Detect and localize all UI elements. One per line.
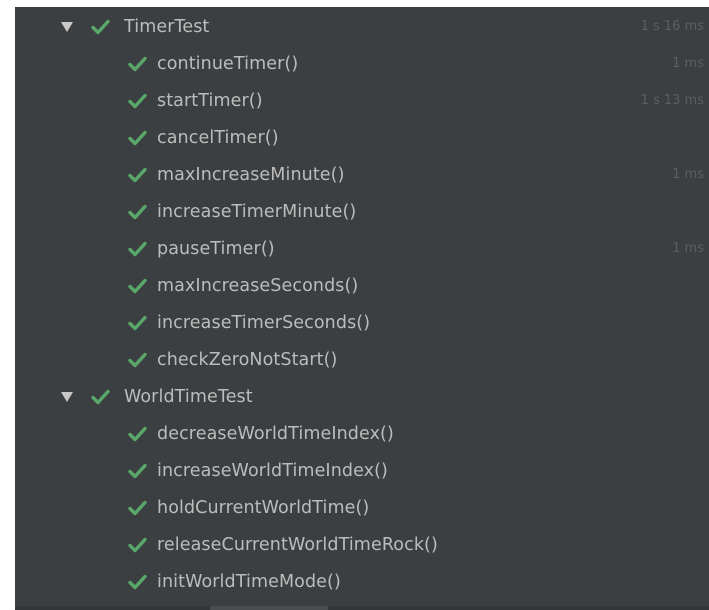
test-row[interactable]: maxIncreaseMinute() 1 ms xyxy=(15,156,709,193)
check-icon xyxy=(128,93,147,109)
scrollbar-thumb[interactable] xyxy=(210,606,328,610)
check-icon xyxy=(128,463,147,479)
check-icon xyxy=(128,130,147,146)
test-name: maxIncreaseSeconds() xyxy=(157,275,359,296)
suite-row-worldtimetest[interactable]: WorldTimeTest xyxy=(15,378,709,415)
suite-name: TimerTest xyxy=(124,16,210,37)
test-row[interactable]: checkZeroNotStart() xyxy=(15,341,709,378)
check-icon xyxy=(128,352,147,368)
check-icon xyxy=(128,241,147,257)
collapse-arrow-icon[interactable] xyxy=(61,391,73,403)
duration-label: 1 ms xyxy=(672,56,704,71)
test-name: startTimer() xyxy=(157,90,263,111)
test-row[interactable]: initWorldTimeMode() xyxy=(15,563,709,600)
test-row[interactable]: holdCurrentWorldTime() xyxy=(15,489,709,526)
test-name: increaseTimerSeconds() xyxy=(157,312,371,333)
test-row[interactable]: cancelTimer() xyxy=(15,119,709,156)
test-name: cancelTimer() xyxy=(157,127,279,148)
test-row[interactable]: decreaseWorldTimeIndex() xyxy=(15,415,709,452)
test-name: continueTimer() xyxy=(157,53,299,74)
suite-row-timertest[interactable]: TimerTest 1 s 16 ms xyxy=(15,8,709,45)
duration-label: 1 ms xyxy=(672,167,704,182)
check-icon xyxy=(128,167,147,183)
duration-label: 1 ms xyxy=(672,241,704,256)
test-name: maxIncreaseMinute() xyxy=(157,164,345,185)
test-name: releaseCurrentWorldTimeRock() xyxy=(157,534,438,555)
test-name: checkZeroNotStart() xyxy=(157,349,338,370)
check-icon xyxy=(128,315,147,331)
collapse-arrow-icon[interactable] xyxy=(61,21,73,33)
test-row[interactable]: startTimer() 1 s 13 ms xyxy=(15,82,709,119)
test-row[interactable]: pauseTimer() 1 ms xyxy=(15,230,709,267)
test-row[interactable]: increaseTimerMinute() xyxy=(15,193,709,230)
check-icon xyxy=(128,426,147,442)
check-icon xyxy=(91,389,110,405)
duration-label: 1 s 13 ms xyxy=(640,93,704,108)
test-results-tree: TimerTest 1 s 16 ms continueTimer() 1 ms… xyxy=(15,7,709,610)
check-icon xyxy=(128,204,147,220)
test-row[interactable]: increaseWorldTimeIndex() xyxy=(15,452,709,489)
test-name: increaseWorldTimeIndex() xyxy=(157,460,388,481)
check-icon xyxy=(128,278,147,294)
check-icon xyxy=(128,537,147,553)
test-name: holdCurrentWorldTime() xyxy=(157,497,370,518)
duration-label: 1 s 16 ms xyxy=(640,19,704,34)
test-name: initWorldTimeMode() xyxy=(157,571,341,592)
check-icon xyxy=(128,574,147,590)
check-icon xyxy=(128,56,147,72)
test-name: increaseTimerMinute() xyxy=(157,201,357,222)
test-name: pauseTimer() xyxy=(157,238,275,259)
test-row[interactable]: maxIncreaseSeconds() xyxy=(15,267,709,304)
check-icon xyxy=(128,500,147,516)
test-row[interactable]: continueTimer() 1 ms xyxy=(15,45,709,82)
test-row[interactable]: releaseCurrentWorldTimeRock() xyxy=(15,526,709,563)
test-name: decreaseWorldTimeIndex() xyxy=(157,423,394,444)
test-row[interactable]: increaseTimerSeconds() xyxy=(15,304,709,341)
check-icon xyxy=(91,19,110,35)
horizontal-scrollbar[interactable] xyxy=(15,606,709,610)
suite-name: WorldTimeTest xyxy=(124,386,253,407)
